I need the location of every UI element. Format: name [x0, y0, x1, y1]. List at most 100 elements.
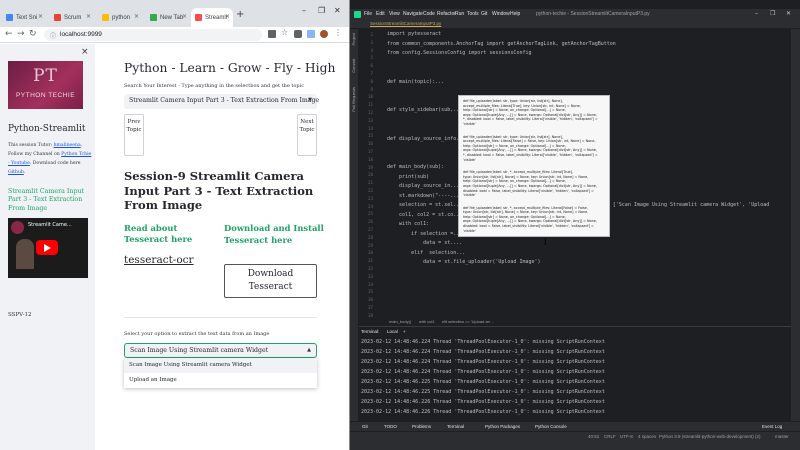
sidebar: × PT PYTHON TECHIE Python-Streamlit This…	[0, 44, 95, 450]
profile-avatar[interactable]	[320, 30, 328, 38]
tool-problems[interactable]: Problems	[412, 424, 431, 429]
maximize-icon[interactable]: ❐	[318, 6, 325, 15]
close-icon[interactable]: ×	[81, 47, 89, 57]
read-about-heading: Read about Tesseract here	[124, 223, 193, 245]
menu-file[interactable]: File	[364, 11, 372, 17]
info-icon: ⓘ	[50, 34, 57, 40]
editor-tab[interactable]: SessionStreamlitCameraInputP3.py	[370, 21, 441, 26]
left-tool-strip: Project Commit Pull Requests	[350, 29, 359, 439]
close-icon[interactable]: ×	[86, 13, 91, 20]
extensions-icon[interactable]	[294, 30, 302, 38]
commit-tool[interactable]: Commit	[351, 59, 356, 73]
new-tab-icon[interactable]: +	[236, 9, 244, 20]
tool-event-log[interactable]: Event Log	[762, 424, 782, 429]
tool-python-packages[interactable]: Python Packages	[485, 424, 520, 429]
line-number: 9	[370, 86, 373, 92]
python-interpreter[interactable]: Python 3.9 (streamlit-python-web-develop…	[659, 434, 761, 439]
code-editor[interactable]: 2 3 4 5 6 7 8 9 10 11 12 13 14 15 16 17 18 19 20 21 22 23 24 25…	[359, 29, 800, 319]
tool-python-console[interactable]: Python Console	[535, 424, 567, 429]
share-icon[interactable]	[268, 30, 276, 38]
play-icon[interactable]	[36, 240, 58, 255]
close-window-icon[interactable]: ✕	[786, 10, 791, 17]
menu-edit[interactable]: Edit	[376, 11, 385, 17]
menu-git[interactable]: Git	[481, 11, 487, 17]
tool-todo[interactable]: TODO	[384, 424, 397, 429]
maximize-icon[interactable]: ❐	[770, 10, 775, 17]
python-techie-logo: PT PYTHON TECHIE	[8, 61, 83, 109]
topic-selectbox[interactable]: Streamlit Camera Input Part 3 - Text Ext…	[124, 94, 319, 109]
sidepanel-icon[interactable]	[307, 30, 315, 38]
tab-favicon-icon	[6, 14, 13, 21]
taskbar	[350, 441, 800, 450]
file-encoding[interactable]: UTF-8	[620, 434, 633, 439]
tab-python[interactable]: python ×	[98, 8, 142, 27]
star-icon[interactable]: ☆	[281, 28, 289, 37]
main-content: Python - Learn - Grow - Fly - High Searc…	[95, 44, 349, 450]
tab-streamlit[interactable]: Streamli ×	[191, 8, 233, 27]
menu-refactor[interactable]: Refactor	[437, 11, 456, 17]
menu-code[interactable]: Code	[423, 11, 435, 17]
line-number: 32	[367, 266, 373, 271]
back-icon[interactable]: ←	[5, 29, 13, 39]
youtube-video-thumbnail[interactable]: Streamlit Came...	[8, 218, 88, 278]
option-label: Select your option to extract the text d…	[124, 331, 270, 337]
session-link[interactable]: Streamlit Camera Input Part 3 - Text Ext…	[8, 188, 92, 213]
tool-git[interactable]: Git	[362, 424, 368, 429]
close-window-icon[interactable]: ✕	[334, 6, 341, 15]
terminal-panel[interactable]: Terminal: Local + 2023-02-12 14:48:46.22…	[359, 326, 791, 421]
option-scan-image[interactable]: Scan Image Using Streamlit camera Widget	[124, 358, 317, 373]
line-number: 8	[370, 78, 373, 84]
line-number: 24	[367, 203, 373, 209]
prev-topic-button[interactable]: Prev Topic	[124, 114, 144, 156]
tool-terminal[interactable]: Terminal	[447, 424, 464, 429]
line-number: 31	[367, 258, 373, 264]
pull-requests-tool[interactable]: Pull Requests	[351, 87, 356, 112]
option-upload-image[interactable]: Upload an Image	[124, 373, 317, 388]
screen: Text Sni × Scrum × python × New Tab × St…	[0, 0, 800, 450]
menu-view[interactable]: View	[389, 11, 400, 17]
address-bar[interactable]: ⓘ localhost:9999	[44, 29, 262, 41]
menu-run[interactable]: Run	[455, 11, 464, 17]
tab-scrum[interactable]: Scrum ×	[50, 8, 94, 27]
line-number: 21	[367, 180, 373, 186]
menu-tools[interactable]: Tools	[467, 11, 479, 17]
option-dropdown: Scan Image Using Streamlit camera Widget…	[124, 358, 317, 388]
close-icon[interactable]: ×	[225, 13, 230, 20]
close-icon[interactable]: ×	[38, 13, 43, 20]
browser-window: Text Sni × Scrum × python × New Tab × St…	[0, 0, 349, 450]
tab-text-snip[interactable]: Text Sni ×	[2, 8, 46, 27]
tab-new-tab[interactable]: New Tab ×	[146, 8, 190, 27]
cursor-position[interactable]: 40:51	[588, 434, 599, 439]
indent-setting[interactable]: 4 spaces	[638, 434, 656, 439]
github-link[interactable]: Github	[8, 170, 24, 175]
line-number: 27	[367, 227, 373, 232]
add-terminal-icon[interactable]: +	[403, 329, 406, 334]
close-icon[interactable]: ×	[182, 13, 187, 20]
reload-icon[interactable]: ↻	[29, 29, 37, 39]
menu-window[interactable]: Window	[492, 11, 510, 17]
menu-help[interactable]: Help	[510, 11, 520, 17]
minimize-icon[interactable]: –	[302, 6, 306, 15]
tab-local[interactable]: Local	[387, 329, 398, 334]
close-icon[interactable]: ×	[134, 13, 139, 20]
tesseract-ocr-link[interactable]: tesseract-ocr	[124, 254, 194, 266]
download-tesseract-button[interactable]: Download Tesseract	[224, 264, 317, 298]
forward-icon[interactable]: →	[17, 29, 25, 39]
code-line: data = st.file_uploader('Upload Image')	[387, 259, 541, 265]
tab-favicon-icon	[195, 14, 202, 21]
presenter-image	[16, 239, 34, 269]
option-selectbox[interactable]: Scan Image Using Streamlit camera Widget…	[124, 343, 317, 358]
tutor-link[interactable]: hmalineena	[54, 143, 81, 148]
line-number: 35	[367, 289, 373, 295]
line-number: 15	[367, 133, 373, 139]
minimize-icon[interactable]: –	[755, 10, 758, 17]
line-separator[interactable]: CRLF	[604, 434, 616, 439]
terminal-line: 2023-02-12 14:48:46.225 Thread 'ThreadPo…	[361, 379, 605, 385]
signature-entry: def file_uploader(label: str, type: Unio…	[463, 99, 598, 126]
git-branch[interactable]: master	[775, 434, 789, 439]
project-tool[interactable]: Project	[351, 33, 356, 45]
menu-navigate[interactable]: Navigate	[403, 11, 423, 17]
next-topic-button[interactable]: Next Topic	[297, 114, 317, 156]
code-line: data = st....	[387, 240, 463, 246]
menu-icon[interactable]: ⋮	[334, 28, 342, 37]
